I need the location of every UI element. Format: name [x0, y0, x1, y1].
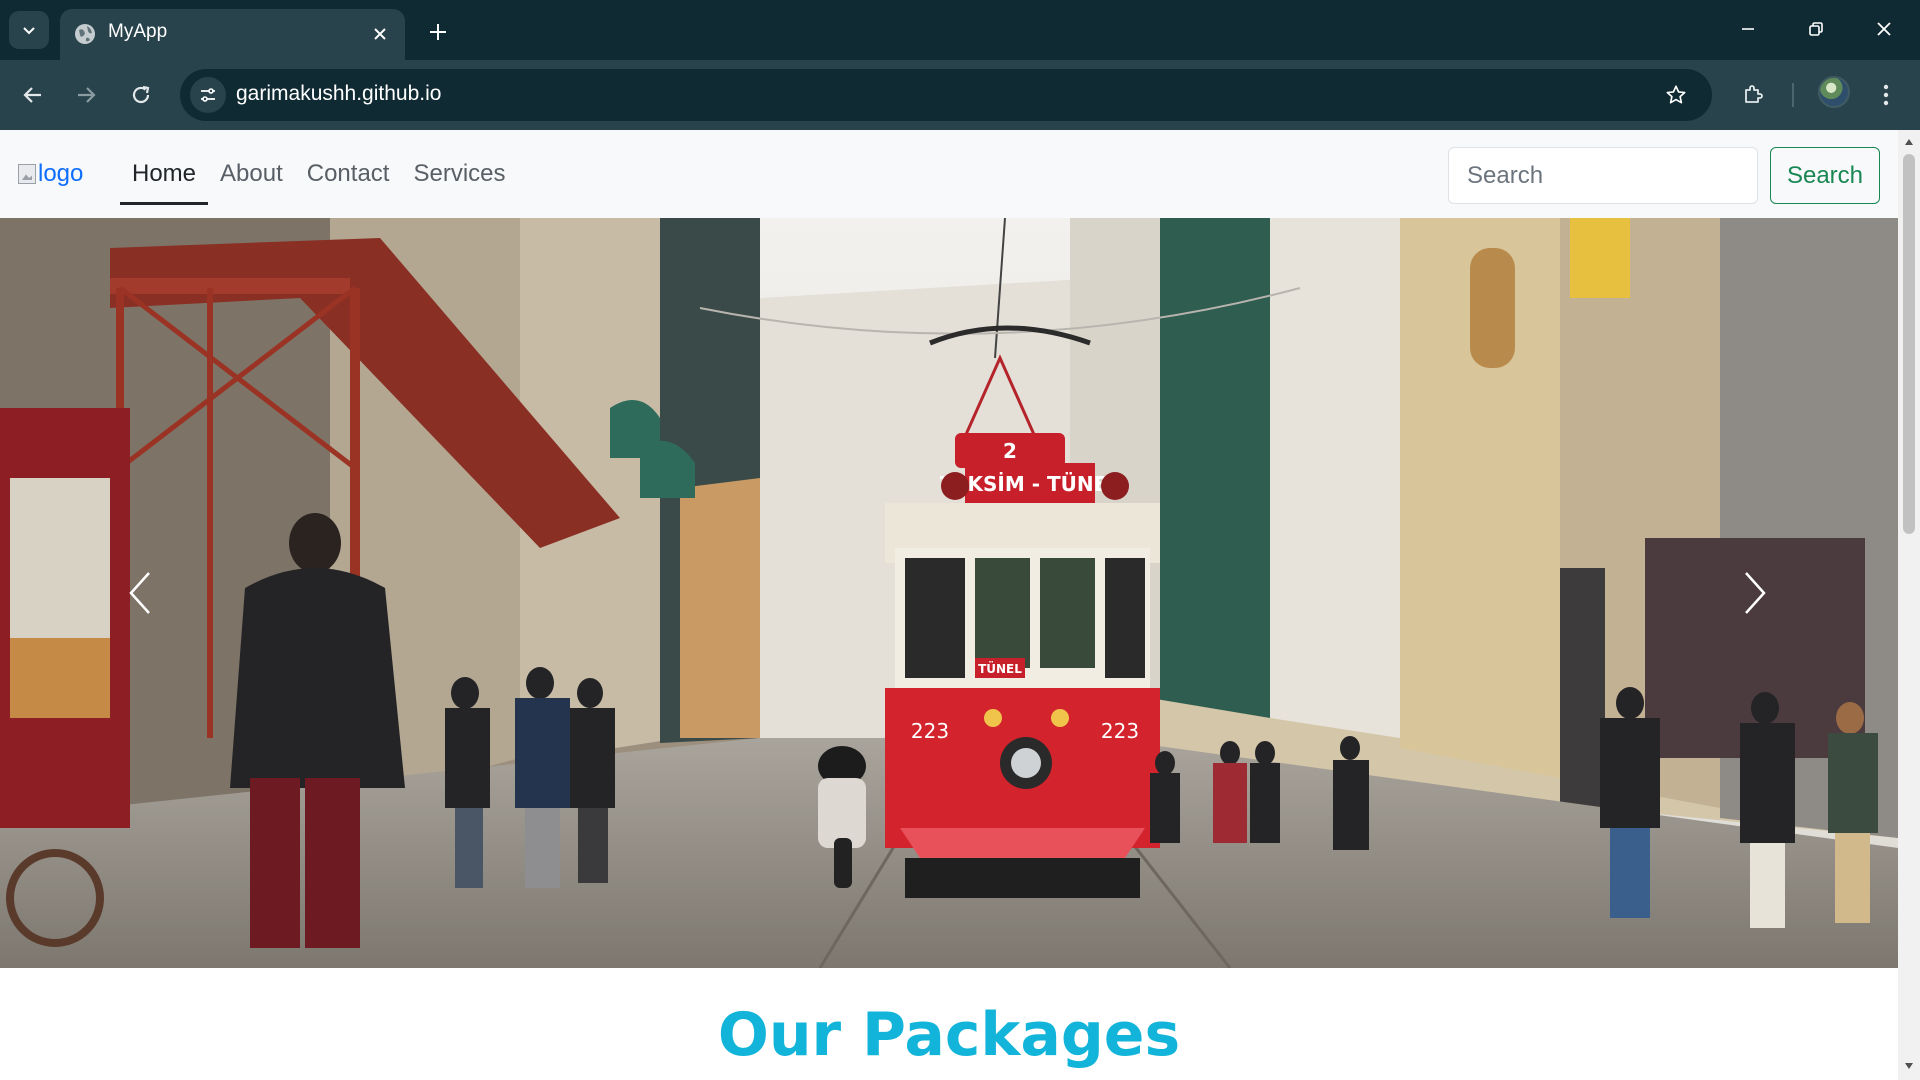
tram-route-number: 2: [1003, 439, 1017, 463]
tab-search-button[interactable]: [9, 11, 49, 49]
scrollbar-thumb[interactable]: [1903, 154, 1915, 534]
chevron-down-icon: [23, 27, 35, 35]
new-tab-button[interactable]: [420, 14, 456, 50]
star-icon: [1666, 85, 1686, 104]
carousel-prev-button[interactable]: [115, 553, 165, 633]
tram-front-label: TÜNEL: [978, 661, 1022, 676]
chevron-right-icon: [1745, 572, 1766, 614]
tab-strip: MyApp: [0, 0, 1920, 60]
globe-icon: [75, 24, 95, 44]
browser-tab[interactable]: MyApp: [60, 9, 405, 60]
forward-button[interactable]: [66, 75, 106, 115]
tram-street-image: 2 TAKSİM - TÜNEL TÜNEL 223 223: [0, 218, 1898, 968]
minimize-button[interactable]: [1714, 0, 1782, 58]
toolbar-separator: [1792, 83, 1794, 107]
broken-image-icon: [18, 164, 36, 184]
carousel-next-button[interactable]: [1730, 553, 1780, 633]
chevron-left-icon: [129, 572, 150, 614]
nav-link-services[interactable]: Services: [401, 130, 517, 218]
close-window-button[interactable]: [1850, 0, 1918, 58]
page-viewport: logo Home About Contact Services Search …: [0, 130, 1898, 1080]
close-icon: [374, 28, 386, 40]
address-bar[interactable]: garimakushh.github.io: [180, 69, 1712, 121]
more-vert-icon: [1883, 84, 1889, 106]
restore-icon: [1809, 22, 1823, 36]
reload-icon: [132, 85, 150, 104]
tab-close-button[interactable]: [367, 21, 393, 47]
profile-avatar[interactable]: [1818, 76, 1850, 108]
tab-title: MyApp: [108, 21, 168, 42]
logo-alt-text: logo: [38, 160, 84, 187]
browser-toolbar: garimakushh.github.io: [0, 60, 1920, 130]
tram-fleet-number-left: 223: [911, 719, 949, 743]
arrow-right-icon: [78, 87, 96, 103]
puzzle-icon: [1745, 85, 1763, 103]
minimize-icon: [1742, 28, 1754, 30]
extensions-button[interactable]: [1733, 75, 1773, 115]
nav-links: Home About Contact Services: [120, 130, 518, 218]
plus-icon: [430, 24, 446, 40]
search-input[interactable]: Search: [1448, 147, 1758, 204]
site-logo[interactable]: logo: [18, 160, 83, 188]
close-icon: [1877, 22, 1891, 36]
tune-icon: [201, 88, 215, 102]
scroll-down-arrow[interactable]: [1903, 1060, 1915, 1072]
tram-fleet-number-right: 223: [1101, 719, 1139, 743]
restore-button[interactable]: [1782, 0, 1850, 58]
search-button[interactable]: Search: [1770, 147, 1880, 204]
section-title: Our Packages: [717, 1000, 1181, 1070]
bookmark-button[interactable]: [1660, 79, 1692, 111]
back-button[interactable]: [13, 75, 53, 115]
triangle-down-icon: [1905, 1063, 1913, 1069]
reload-button[interactable]: [121, 75, 161, 115]
hero-carousel: 2 TAKSİM - TÜNEL TÜNEL 223 223: [0, 218, 1898, 968]
nav-link-about[interactable]: About: [208, 130, 295, 218]
site-info-button[interactable]: [190, 77, 226, 113]
nav-link-home[interactable]: Home: [120, 130, 209, 218]
triangle-up-icon: [1905, 139, 1913, 145]
nav-link-contact[interactable]: Contact: [295, 130, 402, 218]
arrow-left-icon: [23, 87, 41, 103]
browser-window: MyApp garimakushh.github.io logo Home Ab…: [0, 0, 1920, 1080]
scroll-up-arrow[interactable]: [1903, 136, 1915, 148]
url-text[interactable]: garimakushh.github.io: [236, 82, 441, 106]
menu-button[interactable]: [1866, 75, 1906, 115]
page-scrollbar[interactable]: [1898, 130, 1920, 1080]
site-navbar: logo Home About Contact Services Search …: [0, 130, 1898, 218]
